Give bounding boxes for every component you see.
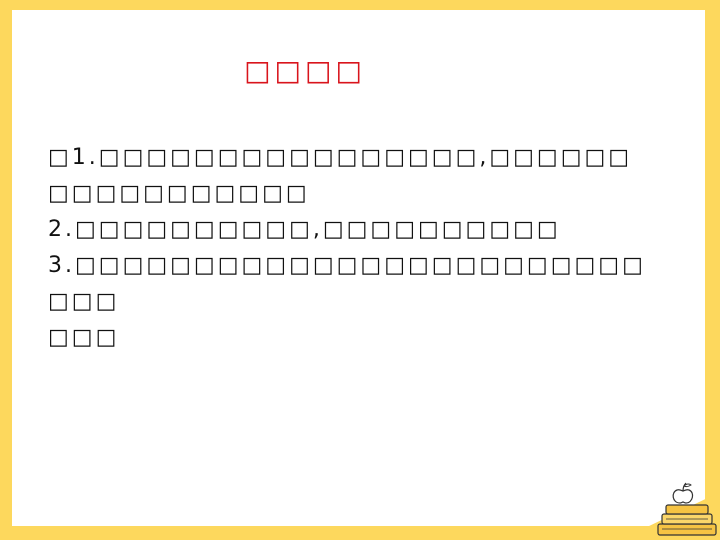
slide: □□□□ □1.□□□□□□□□□□□□□□□□,□□□□□□ □□□□□□□□… xyxy=(0,0,720,540)
books-apple-icon xyxy=(620,482,720,540)
body-line-1: □1.□□□□□□□□□□□□□□□□,□□□□□□ xyxy=(48,145,633,170)
body-line-3: 2.□□□□□□□□□□,□□□□□□□□□□ xyxy=(48,217,561,242)
slide-body: □1.□□□□□□□□□□□□□□□□,□□□□□□ □□□□□□□□□□□ 2… xyxy=(48,140,658,356)
slide-title: □□□□ xyxy=(244,54,366,87)
body-line-4: 3.□□□□□□□□□□□□□□□□□□□□□□□□ xyxy=(48,253,646,278)
body-line-2: □□□□□□□□□□□ xyxy=(48,181,310,206)
body-line-6: □□□ xyxy=(48,325,120,350)
body-line-5: □□□ xyxy=(48,289,120,314)
